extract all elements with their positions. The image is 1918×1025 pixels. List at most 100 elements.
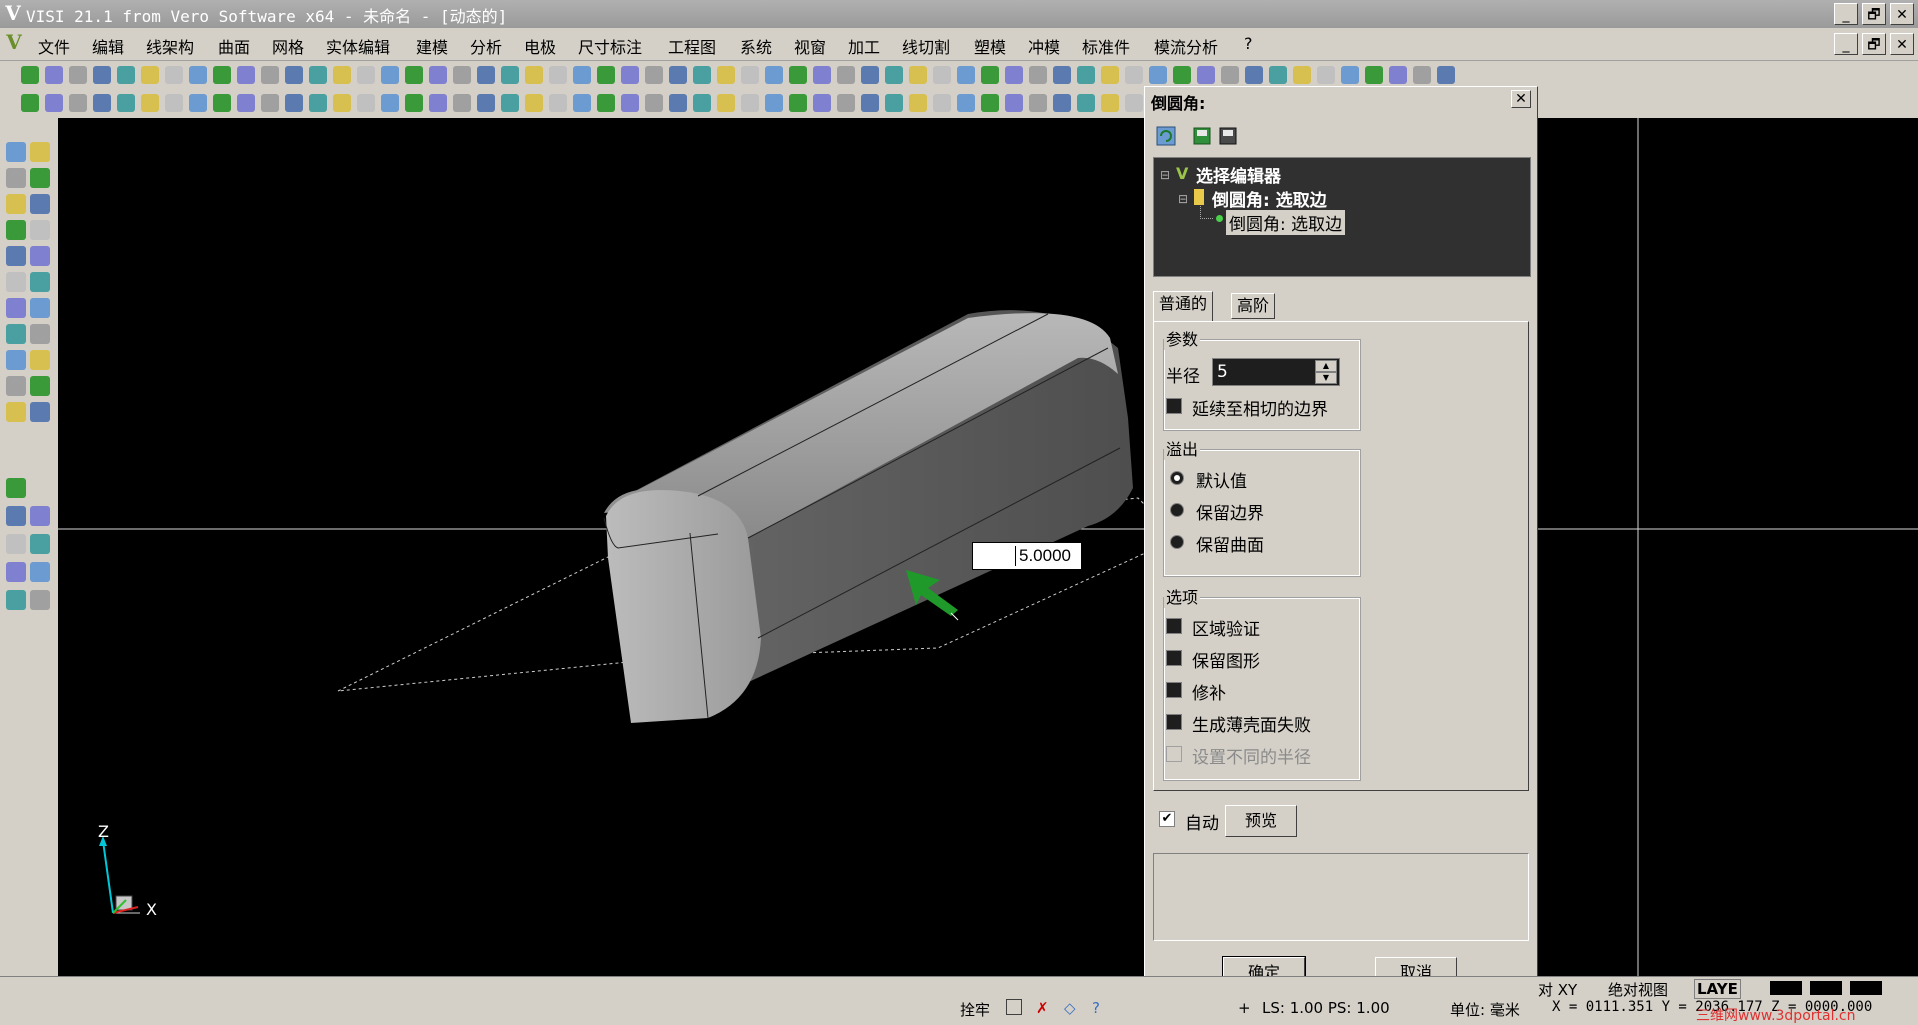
toolbar-tool-icon[interactable] — [1005, 66, 1023, 84]
left-tool-icon[interactable] — [30, 562, 50, 582]
preview-button[interactable]: 预览 — [1225, 805, 1297, 837]
toolbar-tool-icon[interactable] — [837, 66, 855, 84]
auto-checkbox[interactable]: ✔ — [1159, 811, 1175, 827]
toolbar-tool-icon[interactable] — [645, 94, 663, 112]
left-tool-icon[interactable] — [30, 168, 50, 188]
left-tool-icon[interactable] — [6, 376, 26, 396]
status-lock-label[interactable]: 拴牢 — [960, 999, 990, 1020]
left-tool-icon[interactable] — [6, 246, 26, 266]
cursor-plus-icon[interactable]: + — [1238, 999, 1251, 1017]
toolbar-tool-icon[interactable] — [261, 94, 279, 112]
toolbar-tool-icon[interactable] — [405, 94, 423, 112]
color-swatch[interactable] — [1810, 981, 1842, 995]
toolbar-tool-icon[interactable] — [285, 66, 303, 84]
left-tool-icon[interactable] — [6, 534, 26, 554]
menu-view[interactable]: 视窗 — [794, 34, 826, 58]
toolbar-tool-icon[interactable] — [261, 66, 279, 84]
toolbar-tool-icon[interactable] — [117, 66, 135, 84]
overflow-default-radio[interactable] — [1170, 471, 1184, 485]
toolbar-tool-icon[interactable] — [1101, 94, 1119, 112]
menu-mesh[interactable]: 网格 — [272, 34, 304, 58]
toolbar-tool-icon[interactable] — [933, 94, 951, 112]
left-tool-icon[interactable] — [6, 478, 26, 498]
toolbar-tool-icon[interactable] — [909, 66, 927, 84]
snap-off-icon[interactable]: ✗ — [1036, 999, 1049, 1017]
toolbar-tool-icon[interactable] — [1125, 94, 1143, 112]
toolbar-tool-icon[interactable] — [141, 66, 159, 84]
toolbar-tool-icon[interactable] — [1173, 66, 1191, 84]
left-tool-icon[interactable] — [30, 194, 50, 214]
menu-dimension[interactable]: 尺寸标注 — [578, 34, 642, 58]
toolbar-tool-icon[interactable] — [957, 66, 975, 84]
left-tool-icon[interactable] — [6, 142, 26, 162]
toolbar-tool-icon[interactable] — [501, 66, 519, 84]
toolbar-tool-icon[interactable] — [237, 94, 255, 112]
toolbar-tool-icon[interactable] — [885, 94, 903, 112]
menu-surface[interactable]: 曲面 — [218, 34, 250, 58]
toolbar-tool-icon[interactable] — [1197, 66, 1215, 84]
menu-flow-analysis[interactable]: 模流分析 — [1154, 34, 1218, 58]
overflow-keep-surface-radio[interactable] — [1170, 535, 1184, 549]
toolbar-tool-icon[interactable] — [1389, 66, 1407, 84]
toolbar-tool-icon[interactable] — [21, 66, 39, 84]
toolbar-tool-icon[interactable] — [93, 66, 111, 84]
status-layer[interactable]: LAYE — [1694, 979, 1741, 999]
toolbar-tool-icon[interactable] — [765, 66, 783, 84]
toolbar-tool-icon[interactable] — [213, 94, 231, 112]
left-tool-icon[interactable] — [30, 272, 50, 292]
toolbar-tool-icon[interactable] — [957, 94, 975, 112]
toolbar-tool-icon[interactable] — [549, 66, 567, 84]
left-tool-icon[interactable] — [6, 220, 26, 240]
toolbar-tool-icon[interactable] — [1053, 66, 1071, 84]
menu-help[interactable]: ? — [1244, 34, 1253, 53]
refresh-icon[interactable] — [1155, 125, 1177, 147]
radius-input[interactable]: 5 ▲ ▼ — [1212, 358, 1340, 386]
toolbar-tool-icon[interactable] — [621, 66, 639, 84]
toolbar-tool-icon[interactable] — [981, 66, 999, 84]
menu-mould[interactable]: 塑模 — [974, 34, 1006, 58]
toolbar-tool-icon[interactable] — [357, 66, 375, 84]
toolbar-tool-icon[interactable] — [525, 66, 543, 84]
spin-up-icon[interactable]: ▲ — [1315, 360, 1337, 372]
close-button[interactable]: ✕ — [1890, 3, 1914, 25]
toolbar-tool-icon[interactable] — [909, 94, 927, 112]
toolbar-tool-icon[interactable] — [429, 94, 447, 112]
toolbar-tool-icon[interactable] — [597, 94, 615, 112]
toolbar-tool-icon[interactable] — [861, 94, 879, 112]
help-icon[interactable]: ? — [1092, 999, 1100, 1017]
toolbar-tool-icon[interactable] — [1005, 94, 1023, 112]
toolbar-tool-icon[interactable] — [573, 66, 591, 84]
toolbar-tool-icon[interactable] — [1029, 66, 1047, 84]
tab-general[interactable]: 普通的 — [1153, 291, 1214, 321]
grid-icon[interactable] — [1006, 999, 1022, 1015]
menu-system[interactable]: 系统 — [740, 34, 772, 58]
left-tool-icon[interactable] — [30, 298, 50, 318]
toolbar-tool-icon[interactable] — [69, 66, 87, 84]
toolbar-tool-icon[interactable] — [357, 94, 375, 112]
toolbar-tool-icon[interactable] — [429, 66, 447, 84]
toolbar-tool-icon[interactable] — [573, 94, 591, 112]
left-tool-icon[interactable] — [6, 506, 26, 526]
toolbar-tool-icon[interactable] — [789, 94, 807, 112]
toolbar-tool-icon[interactable] — [933, 66, 951, 84]
status-rel-xy[interactable]: 对 XY — [1538, 979, 1577, 1000]
left-tool-icon[interactable] — [30, 220, 50, 240]
toolbar-tool-icon[interactable] — [333, 94, 351, 112]
toolbar-tool-icon[interactable] — [549, 94, 567, 112]
toolbar-tool-icon[interactable] — [1101, 66, 1119, 84]
minimize-button[interactable]: _ — [1834, 3, 1858, 25]
toolbar-tool-icon[interactable] — [885, 66, 903, 84]
extend-tangent-checkbox[interactable] — [1166, 398, 1182, 414]
doc-minimize-button[interactable]: _ — [1834, 33, 1858, 55]
left-tool-icon[interactable] — [6, 324, 26, 344]
toolbar-tool-icon[interactable] — [669, 94, 687, 112]
left-tool-icon[interactable] — [6, 590, 26, 610]
tree-collapse-icon[interactable]: ⊟ — [1178, 192, 1188, 206]
toolbar-tool-icon[interactable] — [165, 66, 183, 84]
toolbar-tool-icon[interactable] — [381, 94, 399, 112]
menu-solid-edit[interactable]: 实体编辑 — [326, 34, 390, 58]
tree-collapse-icon[interactable]: ⊟ — [1160, 168, 1170, 182]
toolbar-tool-icon[interactable] — [1149, 66, 1167, 84]
toolbar-tool-icon[interactable] — [45, 66, 63, 84]
toolbar-tool-icon[interactable] — [1245, 66, 1263, 84]
